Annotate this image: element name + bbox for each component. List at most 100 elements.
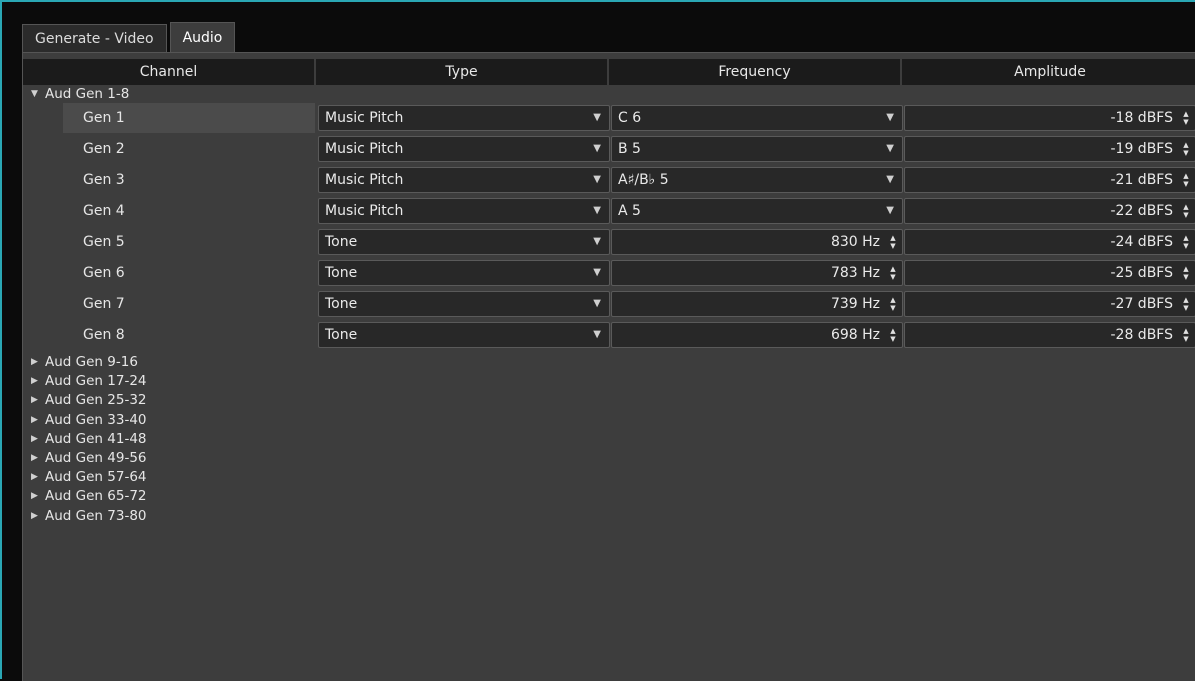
table-row[interactable]: Gen 5 Tone ▼ 830 Hz ▲ ▼ -24 dBFS ▲ ▼ [23, 227, 1195, 258]
chevron-down-icon[interactable]: ▼ [593, 292, 601, 316]
triangle-right-icon[interactable]: ▶ [31, 372, 43, 390]
amplitude-spinbox[interactable]: -25 dBFS ▲ ▼ [904, 260, 1195, 286]
chevron-down-icon[interactable]: ▼ [593, 261, 601, 285]
group-collapsed[interactable]: ▶ Aud Gen 25-32 [31, 391, 147, 409]
column-header-channel[interactable]: Channel [23, 59, 316, 85]
group-aud-gen-1-8[interactable]: ▼ Aud Gen 1-8 [31, 85, 129, 103]
frequency-dropdown[interactable]: A 5 ▼ [611, 198, 903, 224]
group-collapsed[interactable]: ▶ Aud Gen 49-56 [31, 449, 147, 467]
group-label: Aud Gen 73-80 [45, 507, 147, 524]
group-collapsed[interactable]: ▶ Aud Gen 65-72 [31, 487, 147, 505]
group-collapsed[interactable]: ▶ Aud Gen 9-16 [31, 353, 138, 371]
amplitude-spinbox[interactable]: -24 dBFS ▲ ▼ [904, 229, 1195, 255]
channel-label[interactable]: Gen 3 [63, 165, 315, 195]
amplitude-spinbox[interactable]: -18 dBFS ▲ ▼ [904, 105, 1195, 131]
chevron-down-icon[interactable]: ▼ [593, 230, 601, 254]
frequency-dropdown[interactable]: C 6 ▼ [611, 105, 903, 131]
amplitude-spinbox[interactable]: -19 dBFS ▲ ▼ [904, 136, 1195, 162]
amplitude-spinbox[interactable]: -27 dBFS ▲ ▼ [904, 291, 1195, 317]
up-down-spinner-icon[interactable]: ▲ ▼ [1180, 233, 1192, 251]
table-row[interactable]: Gen 4 Music Pitch ▼ A 5 ▼ -22 dBFS ▲ ▼ [23, 196, 1195, 227]
chevron-down-icon[interactable]: ▼ [593, 323, 601, 347]
triangle-right-icon[interactable]: ▶ [31, 468, 43, 486]
audio-generator-panel: Channel Type Frequency Amplitude ▼ Aud G… [22, 52, 1195, 681]
up-down-spinner-icon[interactable]: ▲ ▼ [1180, 171, 1192, 189]
table-row[interactable]: Gen 2 Music Pitch ▼ B 5 ▼ -19 dBFS ▲ ▼ [23, 134, 1195, 165]
column-header-amplitude[interactable]: Amplitude [902, 59, 1195, 85]
up-down-spinner-icon[interactable]: ▲ ▼ [1180, 109, 1192, 127]
channel-label[interactable]: Gen 6 [63, 258, 315, 288]
table-row[interactable]: Gen 8 Tone ▼ 698 Hz ▲ ▼ -28 dBFS ▲ ▼ [23, 320, 1195, 351]
chevron-down-icon[interactable]: ▼ [886, 137, 894, 161]
chevron-down-icon[interactable]: ▼ [886, 168, 894, 192]
type-dropdown[interactable]: Music Pitch ▼ [318, 136, 610, 162]
group-label: Aud Gen 9-16 [45, 354, 138, 370]
up-down-spinner-icon[interactable]: ▲ ▼ [887, 295, 899, 313]
chevron-down-icon[interactable]: ▼ [593, 168, 601, 192]
type-dropdown[interactable]: Music Pitch ▼ [318, 105, 610, 131]
up-down-spinner-icon[interactable]: ▲ ▼ [887, 233, 899, 251]
up-down-spinner-icon[interactable]: ▲ ▼ [1180, 295, 1192, 313]
up-down-spinner-icon[interactable]: ▲ ▼ [1180, 202, 1192, 220]
table-row[interactable]: Gen 1 Music Pitch ▼ C 6 ▼ -18 dBFS ▲ ▼ [23, 103, 1195, 134]
triangle-right-icon[interactable]: ▶ [31, 430, 43, 448]
group-collapsed[interactable]: ▶ Aud Gen 33-40 [31, 411, 147, 429]
table-row[interactable]: Gen 3 Music Pitch ▼ A♯/B♭ 5 ▼ -21 dBFS ▲ ▼ [23, 165, 1195, 196]
triangle-right-icon[interactable]: ▶ [31, 391, 43, 409]
frequency-dropdown[interactable]: B 5 ▼ [611, 136, 903, 162]
channel-label[interactable]: Gen 1 [63, 103, 315, 133]
triangle-right-icon[interactable]: ▶ [31, 487, 43, 505]
group-label: Aud Gen 17-24 [45, 373, 147, 390]
amplitude-spinbox[interactable]: -21 dBFS ▲ ▼ [904, 167, 1195, 193]
channel-label[interactable]: Gen 7 [63, 289, 315, 319]
up-down-spinner-icon[interactable]: ▲ ▼ [1180, 326, 1192, 344]
column-header-type[interactable]: Type [316, 59, 609, 85]
frequency-value: B 5 [618, 141, 641, 157]
frequency-dropdown[interactable]: A♯/B♭ 5 ▼ [611, 167, 903, 193]
channel-label[interactable]: Gen 5 [63, 227, 315, 257]
triangle-right-icon[interactable]: ▶ [31, 449, 43, 467]
chevron-down-icon[interactable]: ▼ [886, 106, 894, 130]
triangle-down-icon[interactable]: ▼ [31, 85, 43, 103]
group-label: Aud Gen 57-64 [45, 469, 147, 486]
tab-generate-video[interactable]: Generate - Video [22, 24, 167, 52]
type-dropdown[interactable]: Tone ▼ [318, 322, 610, 348]
column-header-frequency[interactable]: Frequency [609, 59, 902, 85]
up-down-spinner-icon[interactable]: ▲ ▼ [1180, 264, 1192, 282]
amplitude-spinbox[interactable]: -28 dBFS ▲ ▼ [904, 322, 1195, 348]
triangle-right-icon[interactable]: ▶ [31, 507, 43, 525]
table-row[interactable]: Gen 7 Tone ▼ 739 Hz ▲ ▼ -27 dBFS ▲ ▼ [23, 289, 1195, 320]
triangle-right-icon[interactable]: ▶ [31, 353, 43, 371]
frequency-spinbox[interactable]: 830 Hz ▲ ▼ [611, 229, 903, 255]
table-row[interactable]: Gen 6 Tone ▼ 783 Hz ▲ ▼ -25 dBFS ▲ ▼ [23, 258, 1195, 289]
type-dropdown[interactable]: Tone ▼ [318, 229, 610, 255]
triangle-right-icon[interactable]: ▶ [31, 411, 43, 429]
group-collapsed[interactable]: ▶ Aud Gen 17-24 [31, 372, 147, 390]
type-dropdown[interactable]: Tone ▼ [318, 260, 610, 286]
type-dropdown[interactable]: Music Pitch ▼ [318, 167, 610, 193]
type-dropdown[interactable]: Tone ▼ [318, 291, 610, 317]
channel-label[interactable]: Gen 4 [63, 196, 315, 226]
chevron-down-icon[interactable]: ▼ [593, 106, 601, 130]
frequency-value: 698 Hz [830, 327, 880, 343]
chevron-down-icon[interactable]: ▼ [593, 137, 601, 161]
group-collapsed[interactable]: ▶ Aud Gen 73-80 [31, 507, 147, 525]
tab-audio[interactable]: Audio [169, 22, 236, 52]
channel-label[interactable]: Gen 8 [63, 320, 315, 350]
frequency-spinbox[interactable]: 783 Hz ▲ ▼ [611, 260, 903, 286]
chevron-down-icon[interactable]: ▼ [593, 199, 601, 223]
up-down-spinner-icon[interactable]: ▲ ▼ [1180, 140, 1192, 158]
type-dropdown[interactable]: Music Pitch ▼ [318, 198, 610, 224]
up-down-spinner-icon[interactable]: ▲ ▼ [887, 264, 899, 282]
type-value: Tone [325, 265, 358, 281]
up-down-spinner-icon[interactable]: ▲ ▼ [887, 326, 899, 344]
group-collapsed[interactable]: ▶ Aud Gen 41-48 [31, 430, 147, 448]
channel-label[interactable]: Gen 2 [63, 134, 315, 164]
chevron-down-icon[interactable]: ▼ [886, 199, 894, 223]
group-collapsed[interactable]: ▶ Aud Gen 57-64 [31, 468, 147, 486]
frequency-value: A♯/B♭ 5 [618, 172, 669, 188]
amplitude-spinbox[interactable]: -22 dBFS ▲ ▼ [904, 198, 1195, 224]
frequency-spinbox[interactable]: 739 Hz ▲ ▼ [611, 291, 903, 317]
table-header: Channel Type Frequency Amplitude [23, 59, 1195, 85]
frequency-spinbox[interactable]: 698 Hz ▲ ▼ [611, 322, 903, 348]
